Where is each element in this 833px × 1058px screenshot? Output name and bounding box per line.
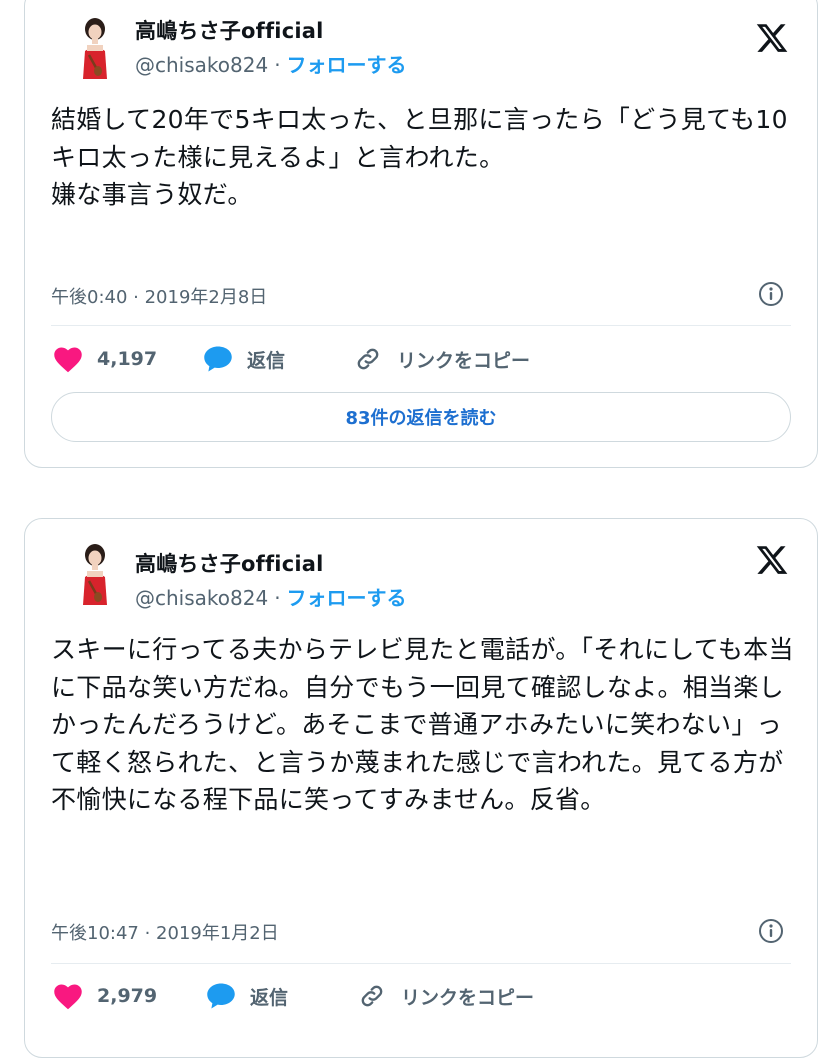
reply-label: 返信 [247,349,286,372]
tweet-header: 高嶋ちさ子official @chisako824 · フォローする [25,0,817,99]
divider [51,325,791,326]
copy-link-button[interactable]: リンクをコピー [353,339,530,379]
separator-dot: · [274,586,281,610]
follow-button[interactable]: フォローする [287,53,407,77]
x-logo-icon[interactable] [755,21,789,55]
tweet-actions: 2,979 返信 リンクをコピー [51,976,791,1016]
avatar[interactable] [71,539,119,605]
author-name[interactable]: 高嶋ちさ子official [135,548,324,578]
tweet-timestamp[interactable]: 午後10:47 · 2019年1月2日 [51,919,279,945]
tweet-actions: 4,197 返信 リンクをコピー [51,339,791,379]
info-icon[interactable] [758,918,784,944]
read-replies-button[interactable]: 83件の返信を読む [51,392,791,442]
divider [51,963,791,964]
author-handle[interactable]: @chisako824 [135,586,268,610]
separator-dot: · [274,53,281,77]
author-handle[interactable]: @chisako824 [135,53,268,77]
reply-button[interactable]: 返信 [203,339,285,379]
link-icon [361,985,383,1007]
tweet-timestamp[interactable]: 午後0:40 · 2019年2月8日 [51,283,267,309]
handle-line: @chisako824 · フォローする [135,49,407,78]
tweet-card[interactable]: 高嶋ちさ子official @chisako824 · フォローする スキーに行って… [24,518,818,1058]
author-name[interactable]: 高嶋ちさ子official [135,15,324,45]
copy-link-label: リンクをコピー [397,349,531,372]
like-count: 2,979 [97,985,158,1007]
tweet-header: 高嶋ちさ子official @chisako824 · フォローする [25,519,817,629]
like-button[interactable]: 2,979 [53,976,157,1016]
info-icon[interactable] [758,281,784,307]
speech-bubble-icon [204,346,232,372]
handle-line: @chisako824 · フォローする [135,582,407,611]
copy-link-label: リンクをコピー [401,986,535,1009]
tweet-text: スキーに行ってる夫からテレビ見たと電話が。「それにしても本当に下品な笑い方だね。… [51,635,794,814]
heart-icon [54,984,82,1010]
reply-button[interactable]: 返信 [206,976,288,1016]
x-logo-icon[interactable] [755,543,789,577]
avatar[interactable] [71,13,119,79]
reply-label: 返信 [250,986,289,1009]
link-icon [357,348,379,370]
like-count: 4,197 [97,348,158,370]
speech-bubble-icon [207,983,235,1009]
copy-link-button[interactable]: リンクをコピー [357,976,534,1016]
follow-button[interactable]: フォローする [287,586,407,610]
tweet-text: 結婚して20年で5キロ太った、と旦那に言ったら「どう見ても10キロ太った様に見え… [51,105,788,209]
heart-icon [54,347,82,373]
tweet-card[interactable]: 高嶋ちさ子official @chisako824 · フォローする 結婚して20年… [24,0,818,468]
like-button[interactable]: 4,197 [53,339,157,379]
